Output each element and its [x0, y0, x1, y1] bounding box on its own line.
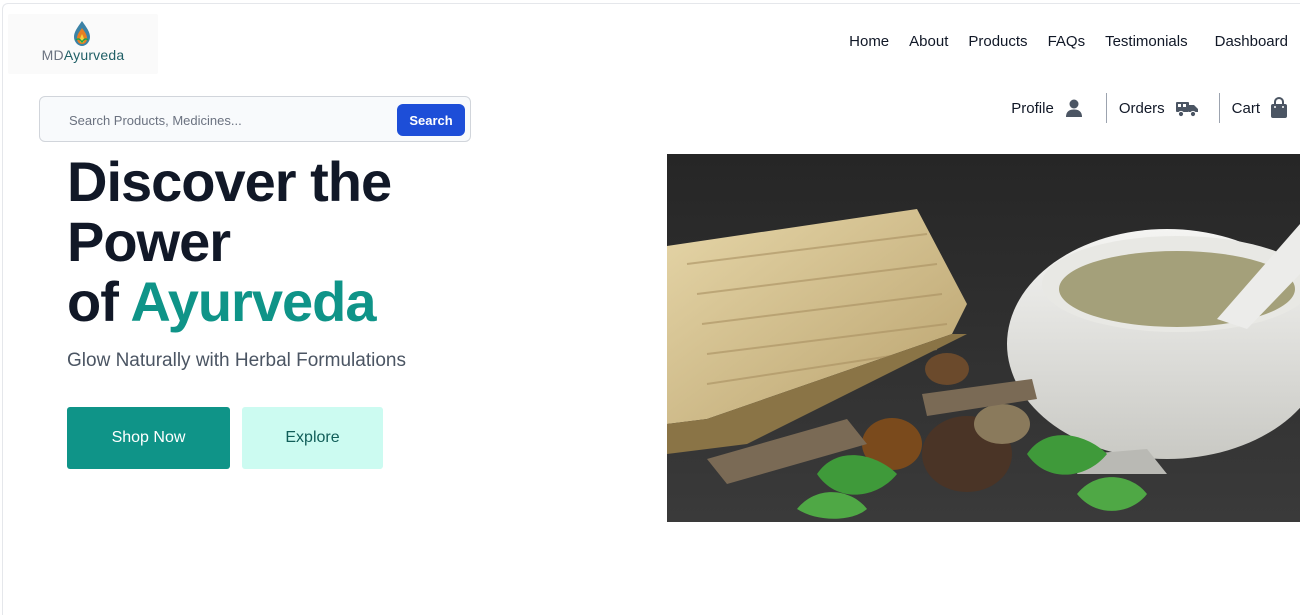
- orders-label: Orders: [1118, 99, 1165, 117]
- cart-label: Cart: [1231, 99, 1260, 117]
- orders-link[interactable]: Orders: [1119, 98, 1199, 118]
- nav-dashboard[interactable]: Dashboard: [1215, 33, 1288, 50]
- hero-title-highlight: Ayurveda: [130, 270, 376, 333]
- nav-products[interactable]: Products: [968, 33, 1027, 50]
- hero-title: Discover the Power of Ayurveda: [67, 150, 392, 333]
- hero-title-line2: Power: [67, 210, 231, 273]
- explore-button[interactable]: Explore: [242, 407, 383, 469]
- logo-text: MDAyurveda: [41, 47, 125, 63]
- user-icon: [1064, 98, 1084, 118]
- search-button[interactable]: Search: [397, 104, 465, 136]
- profile-label: Profile: [1011, 99, 1054, 117]
- nav-about[interactable]: About: [909, 33, 948, 50]
- nav-divider: [1105, 93, 1107, 123]
- hero-title-line3-prefix: of: [67, 270, 119, 333]
- hero-title-line1: Discover the: [67, 150, 392, 213]
- logo-flame-icon: [74, 21, 90, 46]
- cart-link[interactable]: Cart: [1232, 97, 1288, 119]
- nav-home[interactable]: Home: [849, 33, 889, 50]
- profile-link[interactable]: Profile: [1011, 98, 1084, 118]
- site-logo[interactable]: MDAyurveda: [8, 14, 158, 74]
- shop-now-button[interactable]: Shop Now: [67, 407, 230, 469]
- search-input[interactable]: [54, 105, 411, 135]
- user-nav: Profile Orders Cart: [1011, 92, 1288, 124]
- main-nav: Home About Products FAQs Testimonials Da…: [829, 33, 1288, 50]
- nav-testimonials[interactable]: Testimonials: [1105, 33, 1188, 50]
- hero-image: [667, 154, 1300, 522]
- search-bar: Search: [39, 96, 471, 142]
- herbs-mortar-illustration: [667, 154, 1300, 522]
- truck-icon: [1175, 98, 1199, 118]
- nav-divider: [1218, 93, 1220, 123]
- shopping-bag-icon: [1270, 97, 1288, 119]
- nav-faqs[interactable]: FAQs: [1048, 33, 1086, 50]
- hero-subtitle: Glow Naturally with Herbal Formulations: [67, 350, 406, 371]
